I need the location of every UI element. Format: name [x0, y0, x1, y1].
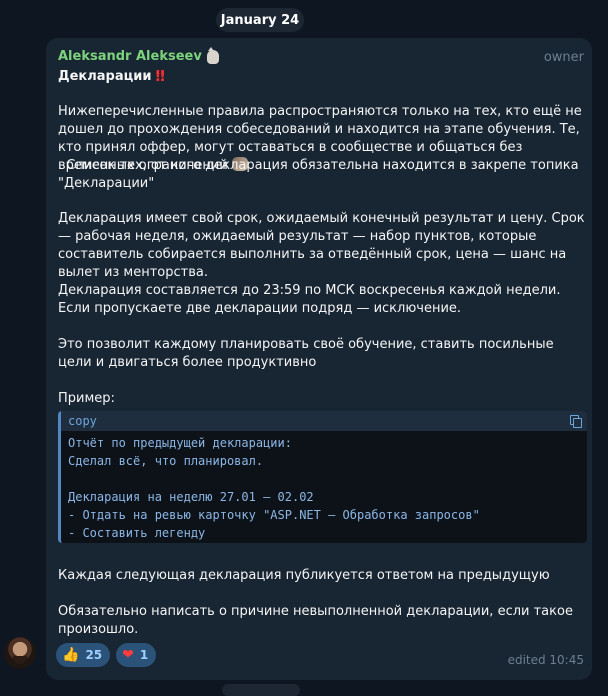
message-title-row: Декларации ‼ [58, 67, 165, 85]
next-date-separator [222, 684, 300, 696]
reaction-count: 1 [139, 648, 149, 662]
message-paragraph-3: Декларация составляется до 23:59 по МСК … [58, 283, 561, 316]
message-title: Декларации [58, 68, 152, 84]
cat-emoji-icon [206, 46, 219, 64]
message-paragraph-5: Каждая следующая декларация публикуется … [58, 568, 550, 583]
double-exclamation-icon: ‼ [155, 67, 165, 85]
edited-timestamp: edited 10:45 [507, 653, 584, 667]
code-content: Отчёт по предыдущей декларации: Сделал вс… [61, 431, 587, 542]
reaction-heart[interactable]: ❤ 1 [116, 643, 157, 667]
code-header: copy [61, 411, 587, 431]
sender-name[interactable]: Aleksandr Alekseev [58, 49, 202, 64]
owner-badge: owner [543, 50, 584, 65]
code-line: Декларация на неделю 27.01 — 02.02 [68, 490, 314, 504]
message-paragraph-4: Это позволит каждому планировать своё об… [58, 337, 554, 370]
reaction-count: 25 [85, 648, 103, 662]
avatar-beard [13, 656, 27, 664]
date-separator: January 24 [216, 8, 304, 32]
message-paragraph-6: Обязательно написать о причине невыполне… [58, 604, 573, 637]
message-paragraph-1-continued: . Список тех, от кого декларация обязате… [58, 158, 579, 191]
code-line: Сделал всё, что планировал. [68, 454, 264, 468]
reactions-bar: 👍 25 ❤ 1 [56, 643, 157, 667]
code-block[interactable]: copy Отчёт по предыдущей декларации: Сдел… [58, 411, 587, 543]
sender-name-row[interactable]: Aleksandr Alekseev [58, 46, 219, 64]
example-label: Пример: [58, 391, 115, 406]
reaction-thumbs-up[interactable]: 👍 25 [56, 643, 111, 667]
thumbs-up-icon: 👍 [62, 647, 80, 663]
copy-icon[interactable] [570, 415, 582, 428]
heart-icon: ❤ [122, 647, 134, 663]
sender-avatar[interactable] [4, 637, 36, 669]
code-copy-label[interactable]: copy [68, 414, 97, 428]
message-bubble: Aleksandr Alekseev owner Декларации ‼ Ни… [46, 38, 592, 680]
message-paragraph-2: Декларация имеет свой срок, ожидаемый ко… [58, 211, 585, 280]
code-line: - Составить легенду [68, 526, 206, 540]
code-line: Отчёт по предыдущей декларации: [68, 436, 292, 450]
code-line: - Отдать на ревью карточку "ASP.NET — Об… [68, 508, 480, 522]
